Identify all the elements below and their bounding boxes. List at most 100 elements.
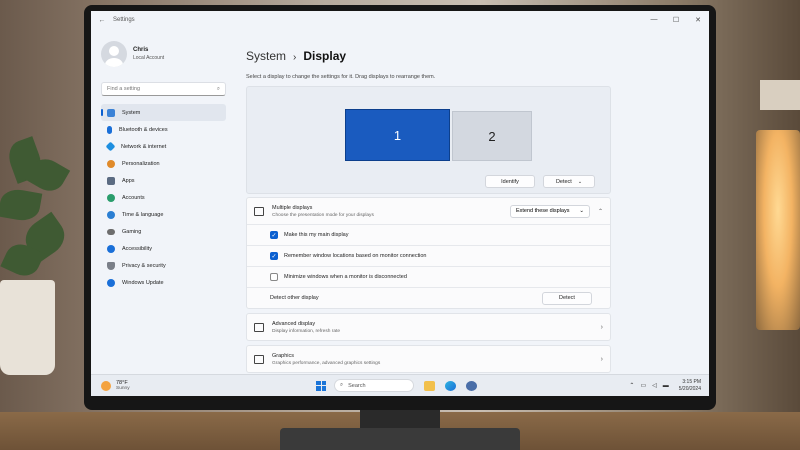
sidebar-item-system[interactable]: System [101,104,226,121]
avatar [101,41,127,67]
monitor: ← Settings — ☐ ✕ Chris Local Account Fin… [84,5,716,410]
update-icon [107,278,115,287]
sidebar-item-network[interactable]: Network & internet [101,138,226,155]
taskbar-center: ⌕ Search [316,379,477,392]
chevron-down-icon: ⌄ [577,178,583,185]
taskbar-search[interactable]: ⌕ Search [334,379,414,392]
multiple-displays-icon [254,206,264,216]
account-type: Local Account [133,55,165,61]
option-minimize-windows[interactable]: Minimize windows when a monitor is disco… [247,266,610,287]
clock[interactable]: 3:15 PM 5/20/2024 [679,379,701,393]
sidebar-item-apps[interactable]: Apps [101,172,226,189]
detect-other-display-row: Detect other display Detect [247,287,610,308]
person-icon [107,193,115,202]
weather-widget[interactable]: 78°F Sunny [101,380,281,391]
bluetooth-icon [107,125,112,134]
presentation-mode-value: Extend these displays [515,208,570,214]
option-label: Make this my main display [284,232,349,238]
graphics-header[interactable]: Graphics Graphics performance, advanced … [247,346,610,372]
sidebar-item-windows-update[interactable]: Windows Update [101,274,226,291]
option-label: Remember window locations based on monit… [284,253,427,259]
multiple-displays-title: Multiple displays [272,204,313,211]
sidebar-item-label: Bluetooth & devices [119,126,168,133]
file-explorer-icon[interactable] [424,380,435,391]
option-remember-locations[interactable]: ✓ Remember window locations based on mon… [247,245,610,266]
close-icon[interactable]: ✕ [687,16,709,24]
weather-condition: Sunny [116,386,130,391]
background-shelf [760,80,800,110]
breadcrumb-parent[interactable]: System [246,49,286,63]
back-arrow-icon[interactable]: ← [91,17,113,24]
detect-dropdown-button[interactable]: Detect ⌄ [543,175,595,188]
settings-gear-icon[interactable] [466,380,477,391]
sun-icon [101,380,111,391]
option-main-display[interactable]: ✓ Make this my main display [247,224,610,245]
sidebar-item-label: Network & internet [121,143,167,150]
checkbox-main-display[interactable]: ✓ [270,231,278,239]
main-content: System › Display Select a display to cha… [246,49,611,373]
advanced-display-subtitle: Display information, refresh rate [272,328,340,334]
advanced-display-text: Advanced display Display information, re… [272,321,601,334]
sidebar-item-accessibility[interactable]: Accessibility [101,240,226,257]
apps-icon [107,176,115,185]
network-icon[interactable]: ▭ [640,382,646,389]
multiple-displays-header[interactable]: Multiple displays Choose the presentatio… [247,198,610,224]
minimize-icon[interactable]: — [643,16,665,24]
sidebar-item-label: Gaming [122,228,142,235]
window-title: Settings [113,17,135,23]
graphics-icon [254,354,264,364]
sidebar-nav: System Bluetooth & devices Network & int… [101,104,226,291]
sidebar-item-gaming[interactable]: Gaming [101,223,226,240]
clock-time: 3:15 PM [682,378,701,385]
search-icon: ⌕ [216,85,220,92]
sidebar-item-privacy[interactable]: Privacy & security [101,257,226,274]
windows-start-icon[interactable] [316,380,326,391]
option-label: Minimize windows when a monitor is disco… [284,274,407,280]
monitor-icon [107,108,115,117]
volume-icon[interactable]: ◁ [652,382,657,389]
presentation-mode-select[interactable]: Extend these displays ⌄ [509,204,590,218]
chevron-up-icon[interactable]: ⌃ [598,208,603,215]
graphics-subtitle: Graphics performance, advanced graphics … [272,360,381,366]
display-2-tile[interactable]: 2 [452,111,532,161]
graphics-card[interactable]: Graphics Graphics performance, advanced … [246,345,611,373]
taskbar-search-placeholder: Search [348,382,366,389]
detect-button[interactable]: Detect [542,291,592,305]
chevron-right-icon: › [600,323,603,331]
accessibility-icon [107,244,115,253]
edge-browser-icon[interactable] [445,380,456,391]
graphics-title: Graphics [272,352,295,359]
sidebar-item-time-language[interactable]: Time & language [101,206,226,223]
multiple-displays-subtitle: Choose the presentation mode for your di… [272,212,374,218]
sidebar-item-label: Privacy & security [122,262,166,269]
brush-icon [107,159,115,168]
user-profile[interactable]: Chris Local Account [101,39,226,69]
sidebar-item-label: Apps [122,177,135,184]
sidebar-item-label: System [122,109,141,116]
advanced-display-card[interactable]: Advanced display Display information, re… [246,313,611,341]
advanced-display-title: Advanced display [272,320,316,327]
weather-text: 78°F Sunny [116,380,130,391]
globe-icon [107,210,115,219]
checkbox-minimize-windows[interactable] [270,273,278,281]
chevron-down-icon: ⌄ [579,208,584,214]
search-input[interactable]: Find a setting ⌕ [101,82,226,96]
page-title: Display [303,49,347,63]
multiple-displays-text: Multiple displays Choose the presentatio… [272,205,510,218]
sidebar-item-bluetooth[interactable]: Bluetooth & devices [101,121,226,138]
display-1-tile[interactable]: 1 [345,109,450,161]
battery-icon[interactable]: ▬ [663,383,669,389]
settings-window: ← Settings — ☐ ✕ Chris Local Account Fin… [91,11,709,396]
chevron-right-icon: › [293,52,297,63]
taskbar: 78°F Sunny ⌕ Search ⌃ ▭ ◁ ▬ 3:15 PM 5/20… [91,374,709,396]
detect-other-display-label: Detect other display [270,295,319,301]
chevron-up-icon[interactable]: ⌃ [629,382,634,389]
sidebar-item-personalization[interactable]: Personalization [101,155,226,172]
sidebar-item-accounts[interactable]: Accounts [101,189,226,206]
maximize-icon[interactable]: ☐ [665,16,687,24]
advanced-display-header[interactable]: Advanced display Display information, re… [247,314,610,340]
checkbox-remember-locations[interactable]: ✓ [270,252,278,260]
identify-button[interactable]: Identify [485,175,535,188]
background-lamp [756,130,800,330]
chevron-right-icon: › [600,355,603,363]
